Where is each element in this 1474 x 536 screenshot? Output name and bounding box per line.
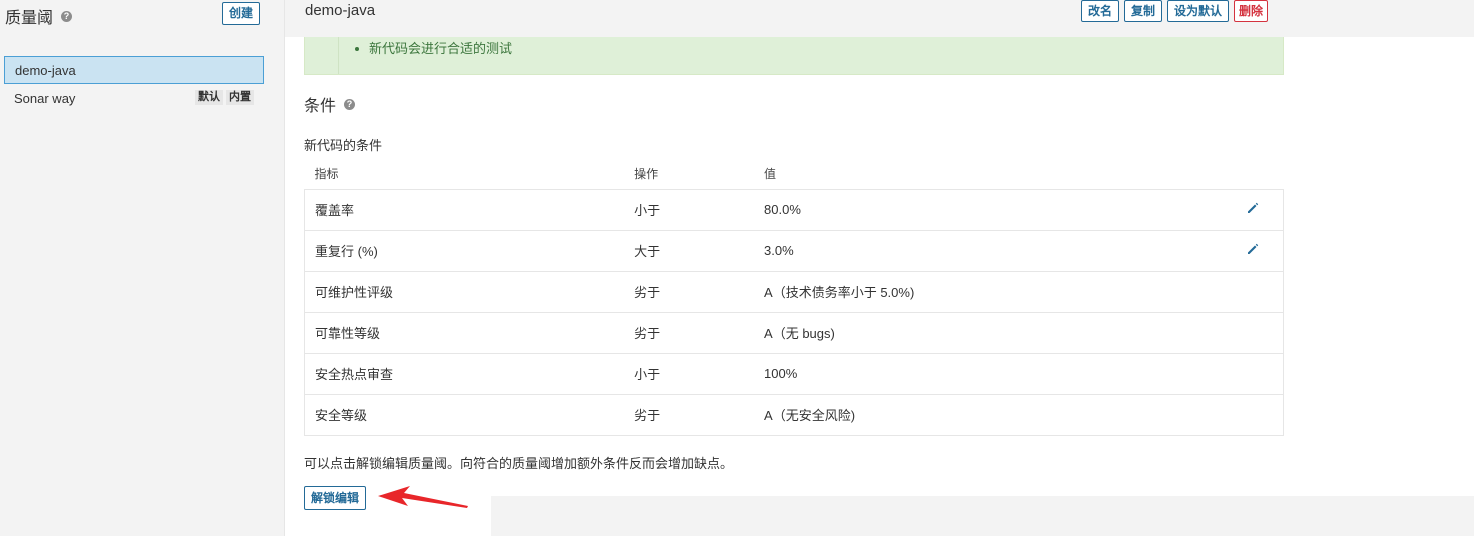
set-default-button[interactable]: 设为默认 [1167, 0, 1230, 22]
gate-badges: 默认 内置 [195, 90, 254, 105]
metric-cell: 安全等级 [304, 393, 625, 436]
info-alert: 新代码会进行合适的测试 [304, 37, 1284, 75]
table-row: 安全等级 劣于 A（无安全风险) [304, 393, 1284, 436]
help-icon[interactable]: ? [344, 98, 356, 110]
conditions-subtitle: 新代码的条件 [304, 138, 383, 153]
quality-gate-list: demo-java Sonar way 默认 内置 [4, 56, 264, 112]
builtin-badge: 内置 [226, 90, 254, 105]
gate-actions: 改名 复制 设为默认 删除 [1081, 0, 1269, 22]
value-cell: 100% [754, 352, 1224, 395]
operator-cell: 劣于 [624, 270, 755, 313]
operator-cell: 小于 [624, 352, 755, 395]
actions-cell [1223, 311, 1284, 354]
bullet-icon [355, 47, 359, 51]
alert-list: 新代码会进行合适的测试 [338, 37, 512, 74]
pencil-icon[interactable] [1246, 201, 1260, 215]
metric-cell: 可维护性评级 [304, 270, 625, 313]
value-cell: A（无安全风险) [754, 393, 1224, 436]
operator-cell: 劣于 [624, 393, 755, 436]
help-icon[interactable]: ? [61, 10, 73, 22]
gate-item-label: demo-java [15, 62, 76, 78]
column-header-operator: 操作 [634, 166, 659, 181]
sidebar-header: 质量阈 ? [5, 4, 73, 28]
actions-cell [1223, 188, 1284, 231]
unlock-hint-text: 可以点击解锁编辑质量阈。向符合的质量阈增加额外条件反而会增加缺点。 [304, 456, 734, 471]
alert-item-text: 新代码会进行合适的测试 [369, 41, 513, 56]
metric-cell: 安全热点审查 [304, 352, 625, 395]
gate-item-label: Sonar way [14, 90, 76, 106]
conditions-table: 指标 操作 值 覆盖率 小于 80.0% 重复行 (%) 大于 3.0% 可维护… [304, 158, 1284, 436]
pencil-icon[interactable] [1246, 242, 1260, 256]
operator-cell: 小于 [624, 188, 755, 231]
table-row: 可维护性评级 劣于 A（技术债务率小于 5.0%) [304, 270, 1284, 313]
gate-item-sonar-way[interactable]: Sonar way 默认 内置 [4, 84, 264, 112]
value-cell: A（技术债务率小于 5.0%) [754, 270, 1224, 313]
delete-button[interactable]: 删除 [1234, 0, 1269, 22]
conditions-title: 条件 ? [304, 92, 356, 116]
table-row: 可靠性等级 劣于 A（无 bugs) [304, 311, 1284, 354]
column-header-metric: 指标 [314, 166, 339, 181]
metric-cell: 重复行 (%) [304, 229, 625, 272]
table-row: 重复行 (%) 大于 3.0% [304, 229, 1284, 272]
unlock-edit-button[interactable]: 解锁编辑 [304, 486, 367, 510]
value-cell: A（无 bugs) [754, 311, 1224, 354]
create-button[interactable]: 创建 [222, 2, 261, 25]
table-row: 覆盖率 小于 80.0% [304, 188, 1284, 231]
sidebar: 质量阈 ? 创建 demo-java Sonar way 默认 内置 [0, 0, 285, 536]
bottom-background [491, 496, 1474, 536]
value-cell: 80.0% [754, 188, 1224, 231]
gate-title: demo-java [305, 2, 376, 19]
operator-cell: 大于 [624, 229, 755, 272]
operator-cell: 劣于 [624, 311, 755, 354]
actions-cell [1223, 393, 1284, 436]
annotation-arrow-icon [378, 486, 468, 508]
value-cell: 3.0% [754, 229, 1224, 272]
conditions-title-text: 条件 [304, 98, 337, 115]
copy-button[interactable]: 复制 [1124, 0, 1163, 22]
actions-cell [1223, 270, 1284, 313]
column-header-actions [1224, 158, 1284, 189]
default-badge: 默认 [195, 90, 223, 105]
metric-cell: 覆盖率 [304, 188, 625, 231]
metric-cell: 可靠性等级 [304, 311, 625, 354]
alert-item: 新代码会进行合适的测试 [355, 37, 512, 61]
actions-cell [1223, 229, 1284, 272]
gate-item-demo-java[interactable]: demo-java [4, 56, 264, 84]
table-header-row: 指标 操作 值 [305, 158, 1284, 189]
actions-cell [1223, 352, 1284, 395]
table-row: 安全热点审查 小于 100% [304, 352, 1284, 395]
sidebar-title: 质量阈 [5, 10, 54, 27]
rename-button[interactable]: 改名 [1081, 0, 1120, 22]
column-header-value: 值 [764, 166, 777, 181]
gate-header: demo-java 改名 复制 设为默认 删除 [285, 0, 1474, 37]
